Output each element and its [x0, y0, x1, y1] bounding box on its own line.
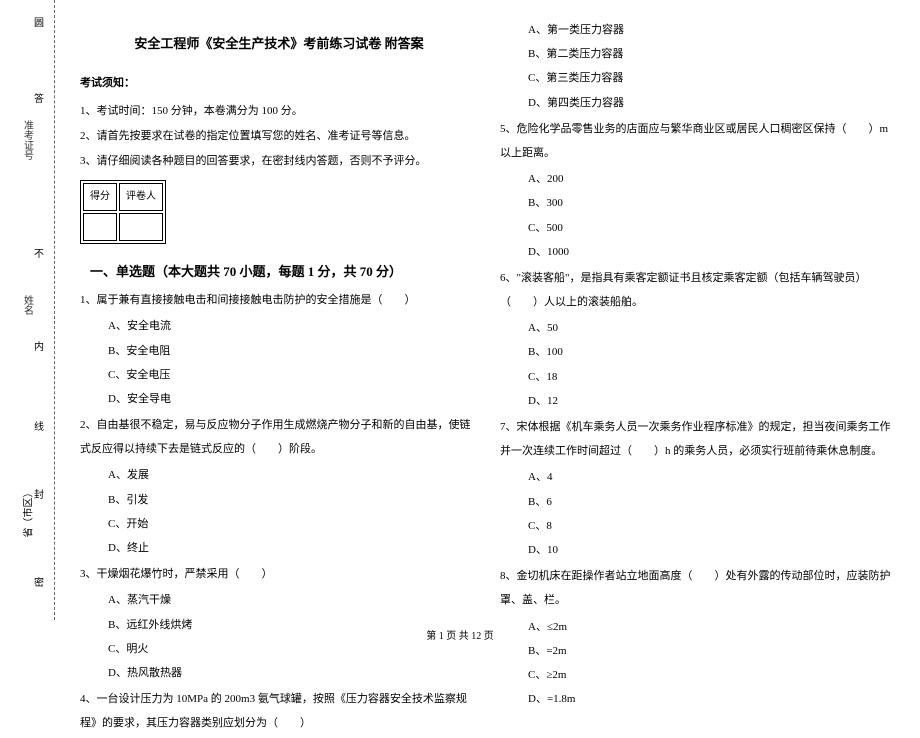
score-row: 得分 评卷人 一、单选题（本大题共 70 小题，每题 1 分，共 70 分） [80, 174, 478, 286]
score-grader-label: 评卷人 [119, 183, 163, 211]
notice-item: 2、请首先按要求在试卷的指定位置填写您的姓名、准考证号等信息。 [80, 124, 478, 148]
option: B、安全电阻 [80, 339, 478, 363]
option: B、=2m [500, 639, 898, 663]
option: C、≥2m [500, 663, 898, 687]
question-stem: 5、危险化学品零售业务的店面应与繁华商业区或居民人口稠密区保持（ ）m 以上距离… [500, 117, 898, 165]
question-stem: 2、自由基很不稳定，易与反应物分子作用生成燃烧产物分子和新的自由基，使链式反应得… [80, 413, 478, 461]
binding-secret: 密 [34, 574, 44, 589]
binding-line: 线 [34, 418, 44, 433]
option: D、第四类压力容器 [500, 91, 898, 115]
option: C、安全电压 [80, 363, 478, 387]
option: A、发展 [80, 463, 478, 487]
page-footer: 第 1 页 共 12 页 [0, 627, 920, 642]
question-stem: 7、宋体根据《机车乘务人员一次乘务作业程序标准》的规定，担当夜间乘务工作并一次连… [500, 415, 898, 463]
notice-heading: 考试须知： [80, 71, 478, 95]
binding-id-label: 准考证号 [20, 120, 35, 160]
option: D、终止 [80, 536, 478, 560]
option: C、8 [500, 514, 898, 538]
option: D、安全导电 [80, 387, 478, 411]
option: D、热风散热器 [80, 661, 478, 685]
column-right: A、第一类压力容器 B、第二类压力容器 C、第三类压力容器 D、第四类压力容器 … [500, 18, 898, 711]
option: B、第二类压力容器 [500, 42, 898, 66]
option: B、300 [500, 191, 898, 215]
option: D、=1.8m [500, 687, 898, 711]
option: A、50 [500, 316, 898, 340]
option: C、18 [500, 365, 898, 389]
exam-title: 安全工程师《安全生产技术》考前练习试卷 附答案 [80, 30, 478, 59]
question-stem: 3、干燥烟花爆竹时，严禁采用（ ） [80, 562, 478, 586]
binding-inside: 内 [34, 338, 44, 353]
binding-circle: 圆 [34, 14, 44, 29]
option: A、蒸汽干燥 [80, 588, 478, 612]
option: A、200 [500, 167, 898, 191]
question-stem: 1、属于兼有直接接触电击和间接接触电击防护的安全措施是（ ） [80, 288, 478, 312]
option: D、12 [500, 389, 898, 413]
option: B、6 [500, 490, 898, 514]
binding-margin: 圆 答 准考证号 不 姓名 内 线 封 省（市区） 密 [0, 0, 55, 620]
notice-item: 1、考试时间：150 分钟，本卷满分为 100 分。 [80, 99, 478, 123]
binding-answer: 答 [34, 90, 44, 105]
option: A、安全电流 [80, 314, 478, 338]
binding-name-label: 姓名 [20, 295, 35, 315]
option: D、1000 [500, 240, 898, 264]
option: C、第三类压力容器 [500, 66, 898, 90]
binding-seal: 封 [34, 486, 44, 501]
score-table: 得分 评卷人 [80, 180, 166, 244]
binding-province-label: 省（市区） [20, 488, 35, 538]
question-stem: 6、"滚装客船"，是指具有乘客定额证书且核定乘客定额（包括车辆驾驶员）（ ）人以… [500, 266, 898, 314]
option: C、500 [500, 216, 898, 240]
binding-no: 不 [34, 245, 44, 260]
score-got-label: 得分 [83, 183, 117, 211]
option: B、100 [500, 340, 898, 364]
option: A、第一类压力容器 [500, 18, 898, 42]
question-stem: 8、金切机床在距操作者站立地面高度（ ）处有外露的传动部位时，应装防护罩、盖、栏… [500, 564, 898, 612]
option: A、4 [500, 465, 898, 489]
option: B、引发 [80, 488, 478, 512]
section-heading: 一、单选题（本大题共 70 小题，每题 1 分，共 70 分） [90, 258, 402, 287]
option: C、开始 [80, 512, 478, 536]
option: D、10 [500, 538, 898, 562]
notice-item: 3、请仔细阅读各种题目的回答要求，在密封线内答题，否则不予评分。 [80, 149, 478, 173]
question-stem: 4、一台设计压力为 10MPa 的 200m3 氨气球罐，按照《压力容器安全技术… [80, 687, 478, 735]
